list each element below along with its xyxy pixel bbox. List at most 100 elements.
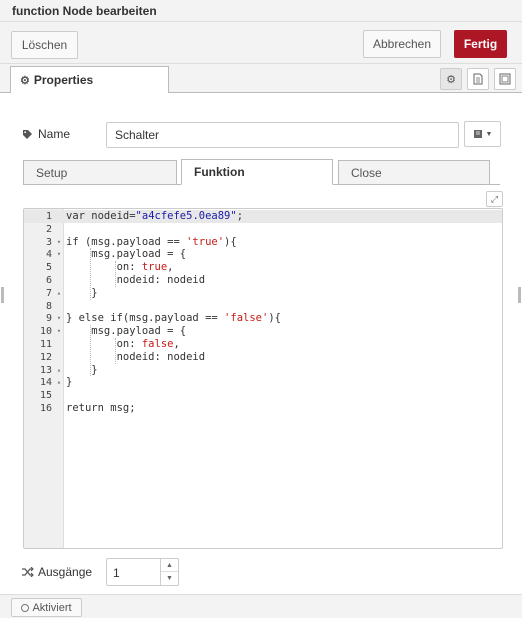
code-line[interactable]: 5 on: true, bbox=[24, 261, 502, 274]
fold-toggle-icon[interactable]: ▾ bbox=[55, 248, 63, 261]
code-text: } else if(msg.payload == 'false'){ bbox=[66, 312, 281, 325]
code-line[interactable]: 6 nodeid: nodeid bbox=[24, 274, 502, 287]
code-line[interactable]: 8 bbox=[24, 300, 502, 313]
code-line[interactable]: 15 bbox=[24, 389, 502, 402]
code-text: nodeid: nodeid bbox=[66, 350, 206, 363]
tab-bar: ⚙ Properties ⚙ bbox=[0, 64, 522, 95]
line-number: 14 bbox=[39, 377, 52, 389]
fold-toggle-icon[interactable]: ▾ bbox=[55, 325, 63, 338]
code-text: msg.payload = { bbox=[66, 325, 187, 338]
indent-guide bbox=[115, 261, 116, 287]
code-line[interactable]: 7 ▴ } bbox=[24, 287, 502, 300]
code-editor[interactable]: 1 var nodeid="a4cfefe5.0ea89"; 2 3 ▾ if (msg.… bbox=[23, 208, 503, 549]
right-resize-handle[interactable] bbox=[518, 287, 521, 303]
caret-down-icon: ▼ bbox=[485, 130, 493, 138]
function-subtabs: Setup Funktion Close bbox=[23, 159, 500, 185]
left-resize-handle[interactable] bbox=[1, 287, 4, 303]
code-text: } bbox=[66, 376, 73, 389]
code-text: } bbox=[66, 286, 98, 299]
code-text: } bbox=[66, 363, 98, 376]
caret-down-icon: ▼ bbox=[166, 575, 173, 582]
code-text: nodeid: nodeid bbox=[66, 274, 206, 286]
outputs-value[interactable]: 1 bbox=[113, 566, 120, 580]
fold-toggle-icon[interactable]: ▾ bbox=[55, 312, 63, 325]
outputs-stepper[interactable]: 1 ▲ ▼ bbox=[106, 558, 179, 586]
done-button[interactable]: Fertig bbox=[454, 30, 507, 58]
line-number: 3 bbox=[45, 236, 52, 248]
dialog-toolbar: Löschen Abbrechen Fertig bbox=[0, 22, 522, 64]
line-number: 10 bbox=[39, 326, 52, 338]
appearance-icon bbox=[499, 73, 511, 85]
dialog-footer: Aktiviert bbox=[0, 594, 522, 618]
code-line[interactable]: 16 return msg; bbox=[24, 402, 502, 415]
code-line[interactable]: 14 ▴} bbox=[24, 376, 502, 389]
line-number: 13 bbox=[39, 364, 52, 376]
fold-toggle-icon[interactable]: ▴ bbox=[55, 364, 63, 377]
outputs-label: Ausgänge bbox=[38, 565, 93, 579]
name-label-row: Name bbox=[22, 127, 70, 141]
line-number: 5 bbox=[45, 262, 52, 274]
tab-setup[interactable]: Setup bbox=[23, 160, 177, 185]
description-tab-button[interactable] bbox=[467, 68, 489, 90]
book-icon bbox=[473, 130, 482, 138]
dialog-title-bar: function Node bearbeiten bbox=[0, 0, 522, 22]
code-line[interactable]: 13 ▴ } bbox=[24, 364, 502, 377]
code-line[interactable]: 10 ▾ msg.payload = { bbox=[24, 325, 502, 338]
node-settings-tab-button[interactable]: ⚙ bbox=[440, 68, 462, 90]
dialog-title: function Node bearbeiten bbox=[12, 4, 157, 18]
description-icon bbox=[473, 73, 483, 85]
expand-editor-button[interactable]: ⤢ bbox=[486, 191, 503, 207]
line-number: 15 bbox=[39, 390, 52, 402]
indent-guide bbox=[90, 248, 91, 300]
line-number: 1 bbox=[45, 211, 52, 222]
enabled-toggle[interactable]: Aktiviert bbox=[11, 598, 82, 617]
expand-icon: ⤢ bbox=[490, 193, 499, 204]
indent-guide bbox=[115, 338, 116, 364]
fold-toggle-icon[interactable]: ▴ bbox=[55, 287, 63, 300]
code-line[interactable]: 1 var nodeid="a4cfefe5.0ea89"; bbox=[24, 210, 502, 223]
line-number: 4 bbox=[45, 249, 52, 261]
cancel-button[interactable]: Abbrechen bbox=[363, 30, 441, 58]
code-line[interactable]: 9 ▾} else if(msg.payload == 'false'){ bbox=[24, 312, 502, 325]
name-label: Name bbox=[38, 127, 71, 141]
line-number: 12 bbox=[39, 351, 52, 363]
gear-icon: ⚙ bbox=[446, 73, 456, 86]
code-line[interactable]: 11 on: false, bbox=[24, 338, 502, 351]
tab-function[interactable]: Funktion bbox=[181, 159, 333, 185]
code-text: var nodeid="a4cfefe5.0ea89"; bbox=[66, 210, 244, 222]
caret-up-icon: ▲ bbox=[166, 561, 173, 569]
library-button[interactable]: ▼ bbox=[464, 121, 501, 147]
fold-toggle-icon[interactable]: ▾ bbox=[55, 236, 63, 249]
line-number: 11 bbox=[39, 339, 52, 350]
line-number: 9 bbox=[45, 313, 52, 325]
shuffle-icon bbox=[22, 567, 34, 577]
code-line[interactable]: 4 ▾ msg.payload = { bbox=[24, 248, 502, 261]
stepper-up-button[interactable]: ▲ bbox=[161, 559, 178, 572]
enabled-label: Aktiviert bbox=[32, 601, 72, 614]
name-input[interactable]: Schalter bbox=[106, 122, 459, 148]
tag-icon bbox=[23, 129, 32, 139]
line-number: 2 bbox=[45, 223, 52, 235]
line-number: 8 bbox=[45, 300, 52, 312]
stepper-down-button[interactable]: ▼ bbox=[161, 572, 178, 585]
delete-button[interactable]: Löschen bbox=[11, 31, 78, 59]
line-number: 6 bbox=[45, 275, 52, 286]
tab-close[interactable]: Close bbox=[338, 160, 490, 185]
tab-properties[interactable]: ⚙ Properties bbox=[10, 66, 169, 95]
code-text: msg.payload = { bbox=[66, 248, 187, 261]
fold-toggle-icon[interactable]: ▴ bbox=[55, 376, 63, 389]
outputs-label-row: Ausgänge bbox=[22, 565, 92, 579]
code-text: on: false, bbox=[66, 338, 180, 350]
indent-guide bbox=[90, 325, 91, 377]
code-text: on: true, bbox=[66, 261, 174, 274]
code-text: if (msg.payload == 'true'){ bbox=[66, 235, 237, 248]
code-line[interactable]: 12 nodeid: nodeid bbox=[24, 351, 502, 364]
line-number: 7 bbox=[45, 287, 52, 299]
gear-icon: ⚙ bbox=[20, 74, 30, 87]
code-line[interactable]: 2 bbox=[24, 223, 502, 236]
code-text: return msg; bbox=[66, 402, 136, 414]
circle-icon bbox=[21, 603, 30, 612]
code-line[interactable]: 3 ▾ if (msg.payload == 'true'){ bbox=[24, 236, 502, 249]
appearance-tab-button[interactable] bbox=[494, 68, 516, 90]
tab-properties-label: Properties bbox=[33, 73, 94, 87]
